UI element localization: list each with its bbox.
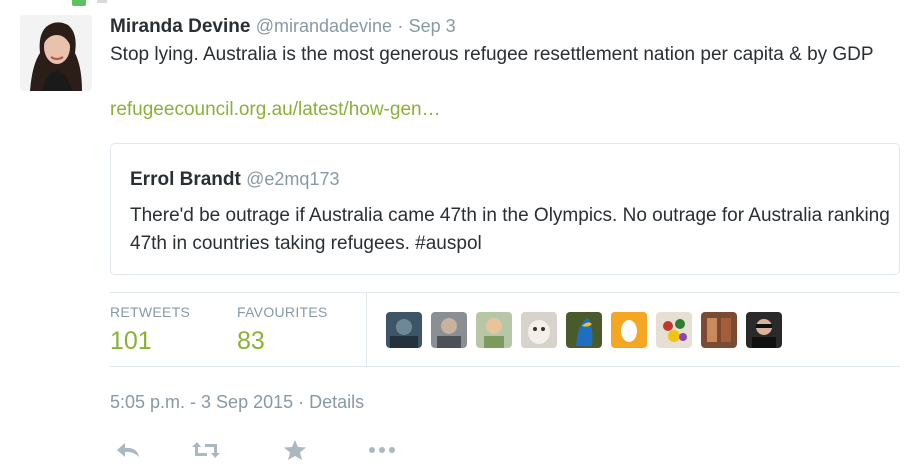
reply-icon xyxy=(117,443,139,457)
timestamp-separator: · xyxy=(298,392,305,412)
favourite-icon xyxy=(284,440,306,460)
quoted-tweet-card[interactable]: Errol Brandt @e2mq173 There'd be outrage… xyxy=(110,143,900,275)
favouriter-avatar[interactable] xyxy=(701,312,737,348)
favourites-label: FAVOURITES xyxy=(237,304,328,320)
top-status-indicator xyxy=(72,0,86,6)
top-edge-fragment xyxy=(97,0,107,3)
quoted-author-name: Errol Brandt xyxy=(130,169,241,190)
tweet-link[interactable]: refugeecouncil.org.au/latest/how-gen… xyxy=(110,97,441,123)
tweet-header: Miranda Devine @mirandadevine · Sep 3 xyxy=(110,13,456,40)
favouriter-avatar[interactable] xyxy=(656,312,692,348)
stats-divider xyxy=(366,293,367,366)
retweets-stat[interactable]: RETWEETS 101 xyxy=(110,304,190,356)
tweet-date[interactable]: Sep 3 xyxy=(409,16,456,36)
favouriter-avatar[interactable] xyxy=(386,312,422,348)
tweet-timestamp: 5:05 p.m. - 3 Sep 2015 · Details xyxy=(110,390,364,414)
tweet-stats: RETWEETS 101 FAVOURITES 83 xyxy=(110,292,900,367)
more-icon xyxy=(369,447,395,453)
reply-button[interactable] xyxy=(110,432,146,468)
favourites-stat[interactable]: FAVOURITES 83 xyxy=(237,304,328,356)
quoted-tweet-header: Errol Brandt @e2mq173 xyxy=(130,167,339,192)
favouriter-avatar[interactable] xyxy=(611,312,647,348)
retweet-icon xyxy=(192,442,220,458)
header-separator: · xyxy=(397,16,404,36)
author-name[interactable]: Miranda Devine xyxy=(110,16,250,37)
favouriter-avatar[interactable] xyxy=(476,312,512,348)
author-avatar[interactable] xyxy=(20,15,92,91)
tweet-text: Stop lying. Australia is the most genero… xyxy=(110,44,874,65)
favouriter-avatar[interactable] xyxy=(431,312,467,348)
more-button[interactable] xyxy=(364,432,400,468)
favouriter-avatar[interactable] xyxy=(746,312,782,348)
favouriter-avatar[interactable] xyxy=(521,312,557,348)
quoted-author-handle: @e2mq173 xyxy=(246,169,340,189)
quoted-tweet-text: There'd be outrage if Australia came 47t… xyxy=(130,205,890,254)
retweet-button[interactable] xyxy=(188,432,224,468)
details-link[interactable]: Details xyxy=(309,392,364,412)
favouriter-avatar[interactable] xyxy=(566,312,602,348)
author-handle[interactable]: @mirandadevine xyxy=(256,16,392,36)
favourites-count: 83 xyxy=(237,327,265,355)
retweets-label: RETWEETS xyxy=(110,304,191,320)
retweets-count: 101 xyxy=(110,327,152,355)
favourite-button[interactable] xyxy=(277,432,313,468)
timestamp-text[interactable]: 5:05 p.m. - 3 Sep 2015 xyxy=(110,392,293,412)
